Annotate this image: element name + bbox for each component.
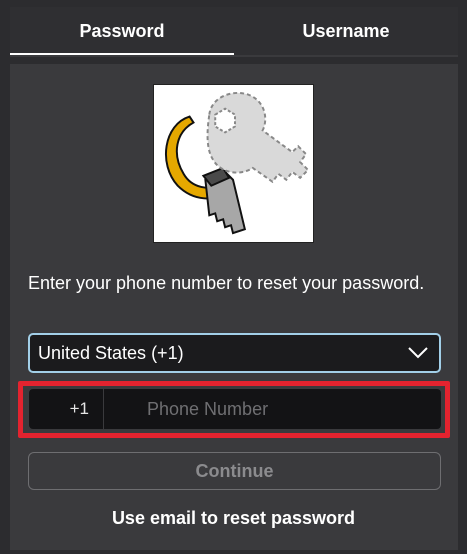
key-icon	[153, 84, 314, 243]
continue-button[interactable]: Continue	[28, 452, 441, 490]
tab-username-label: Username	[302, 20, 390, 41]
country-select-value: United States (+1)	[38, 342, 184, 363]
country-select[interactable]: United States (+1)	[28, 333, 441, 373]
tab-password[interactable]: Password	[10, 7, 234, 57]
phone-country-code: +1	[29, 389, 104, 429]
chevron-down-icon	[407, 342, 429, 364]
use-email-link[interactable]: Use email to reset password	[0, 508, 467, 529]
tab-username[interactable]: Username	[234, 7, 458, 57]
phone-number-input[interactable]	[104, 389, 441, 429]
phone-field: +1	[29, 389, 441, 429]
tab-divider	[10, 55, 458, 57]
tab-bar: Password Username	[10, 7, 458, 57]
instruction-text: Enter your phone number to reset your pa…	[28, 273, 425, 293]
tab-password-label: Password	[79, 20, 165, 41]
